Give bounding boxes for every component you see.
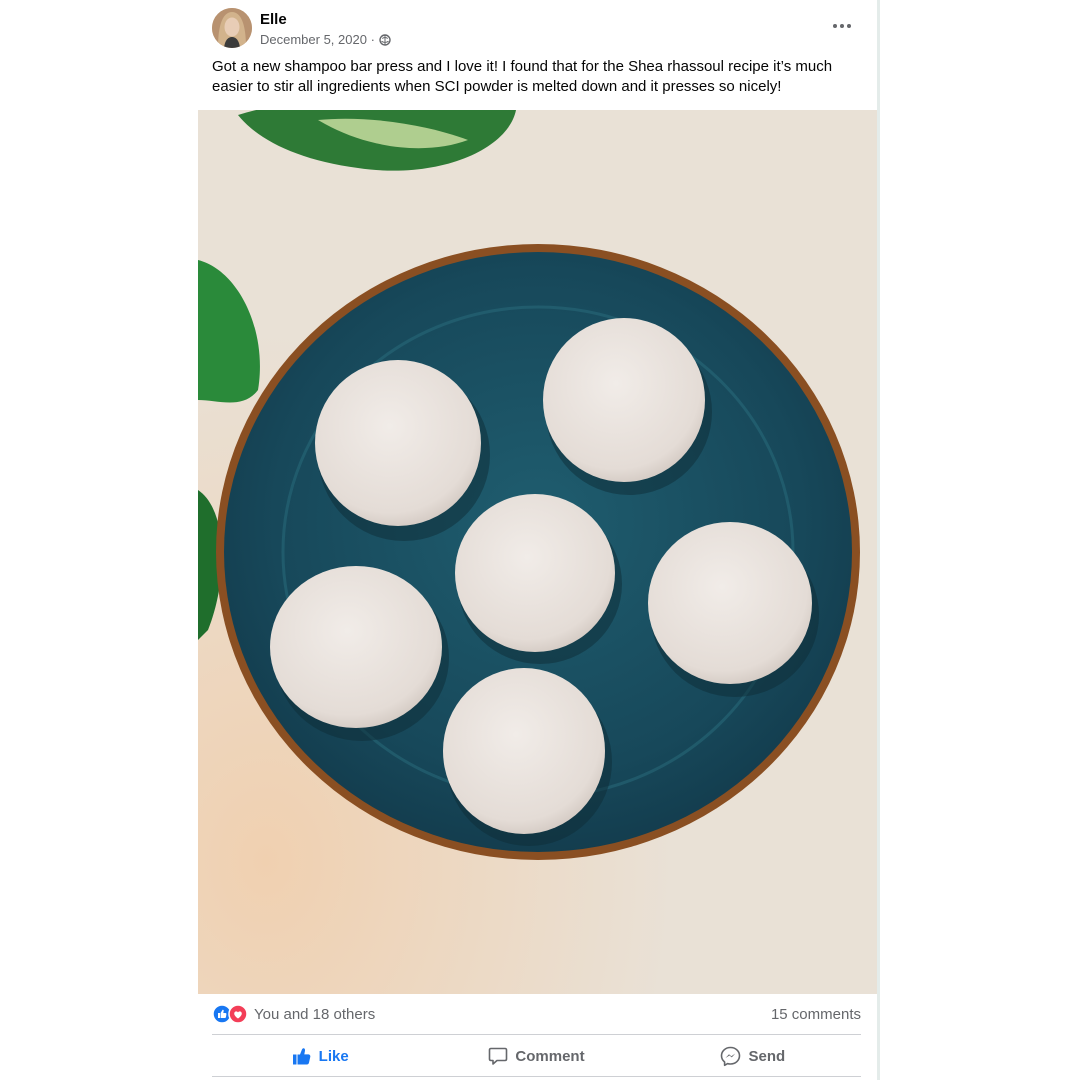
- reactions-bar: You and 18 others 15 comments: [212, 1002, 861, 1026]
- shampoo-bar: [543, 318, 705, 482]
- like-button[interactable]: Like: [212, 1037, 428, 1075]
- shampoo-bar: [443, 668, 605, 834]
- more-options-icon[interactable]: [831, 18, 853, 34]
- shampoo-bar: [270, 566, 442, 728]
- divider: [212, 1076, 861, 1077]
- action-bar: Like Comment Send: [212, 1037, 861, 1075]
- post-caption: Got a new shampoo bar press and I love i…: [212, 58, 833, 95]
- comment-bubble-icon: [488, 1046, 508, 1066]
- shampoo-bar: [455, 494, 615, 652]
- facebook-post: Elle December 5, 2020 · Got a new shampo…: [198, 0, 880, 1080]
- post-date[interactable]: December 5, 2020 ·: [260, 32, 375, 47]
- post-header: Elle December 5, 2020 ·: [212, 8, 863, 52]
- avatar[interactable]: [212, 8, 252, 48]
- send-button[interactable]: Send: [645, 1037, 861, 1075]
- comments-count[interactable]: 15 comments: [771, 1006, 861, 1023]
- post-meta: December 5, 2020 ·: [260, 32, 391, 47]
- author-name[interactable]: Elle: [260, 11, 287, 28]
- comment-button[interactable]: Comment: [428, 1037, 644, 1075]
- reaction-icons[interactable]: [212, 1004, 250, 1024]
- shampoo-bar: [315, 360, 481, 526]
- shampoo-bar: [648, 522, 812, 684]
- divider: [212, 1034, 861, 1035]
- globe-icon: [379, 33, 391, 46]
- comment-label: Comment: [515, 1047, 585, 1065]
- thumbs-up-icon: [292, 1046, 312, 1066]
- reaction-summary[interactable]: You and 18 others: [254, 1006, 375, 1023]
- send-label: Send: [748, 1047, 786, 1065]
- like-label: Like: [318, 1047, 349, 1065]
- messenger-icon: [720, 1046, 741, 1067]
- post-photo[interactable]: [198, 110, 877, 994]
